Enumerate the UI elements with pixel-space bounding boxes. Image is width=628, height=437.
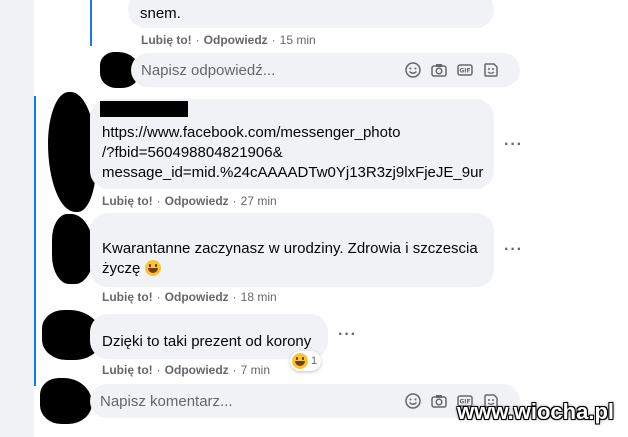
comment-thread-line: [34, 96, 36, 386]
comment-text: snem.: [140, 5, 181, 22]
svg-text:GIF: GIF: [459, 68, 470, 75]
comment-time: 15 min: [279, 33, 316, 47]
emoji-icon[interactable]: [405, 393, 421, 409]
comment-time: 27 min: [240, 194, 277, 208]
comment-input[interactable]: [90, 384, 390, 418]
comment-avatar-redacted: [52, 214, 94, 284]
comment-text: Dzięki to taki prezent od korony: [102, 333, 312, 350]
comment-meta-1: Lubię to! · Odpowiedz · 15 min: [141, 33, 316, 47]
comment-meta-4: Lubię to! · Odpowiedz · 7 min: [102, 363, 270, 377]
comment-text-line[interactable]: message_id=mid.%24cAAAADTw0Yj13R3zj9lxFj…: [102, 163, 483, 183]
comment-time: 7 min: [240, 363, 270, 377]
reaction-badge[interactable]: 1: [290, 351, 322, 371]
comment-options-button[interactable]: ···: [504, 242, 523, 258]
reply-link[interactable]: Odpowiedz: [204, 33, 268, 47]
comment-text-line: Kwarantanne zaczynasz w urodziny. Zdrowi…: [102, 240, 478, 257]
author-name-redacted: [100, 101, 188, 117]
comment-meta-3: Lubię to! · Odpowiedz · 18 min: [102, 290, 277, 304]
comment-text-line[interactable]: https://www.facebook.com/messenger_photo: [102, 123, 482, 143]
like-link[interactable]: Lubię to!: [102, 363, 153, 377]
sticker-icon[interactable]: [483, 62, 499, 78]
comment-meta-2: Lubię to! · Odpowiedz · 27 min: [102, 194, 277, 208]
reaction-count: 1: [311, 355, 318, 367]
comment-text-line[interactable]: /?fbid=560498804821906&: [102, 143, 482, 163]
comment-options-button[interactable]: ···: [504, 137, 523, 153]
comment-text-line: życzę: [102, 260, 141, 277]
comment-bubble-4: Dzięki to taki prezent od korony: [90, 314, 328, 359]
emoji-icon[interactable]: [405, 62, 421, 78]
comment-input-bar: GIF: [90, 384, 520, 418]
grin-emoji-icon: [144, 260, 161, 276]
comment-bubble-2: https://www.facebook.com/messenger_photo…: [90, 99, 494, 189]
reply-link[interactable]: Odpowiedz: [165, 194, 229, 208]
reply-link[interactable]: Odpowiedz: [165, 363, 229, 377]
comment-options-button[interactable]: ···: [338, 327, 357, 343]
reply-link[interactable]: Odpowiedz: [165, 290, 229, 304]
reply-input[interactable]: [131, 53, 391, 87]
comment-time: 18 min: [240, 290, 277, 304]
comment-bubble-1: snem.: [128, 0, 494, 28]
comments-panel: snem. Lubię to!·Odpowiedz·15 min GIF htt…: [34, 0, 628, 437]
camera-icon[interactable]: [431, 393, 447, 409]
comment-bubble-3: Kwarantanne zaczynasz w urodziny. Zdrowi…: [90, 213, 494, 287]
haha-reaction-icon: [292, 353, 308, 369]
reply-input-icons: GIF: [405, 62, 499, 78]
like-link[interactable]: Lubię to!: [141, 33, 192, 47]
like-link[interactable]: Lubię to!: [102, 290, 153, 304]
gif-icon[interactable]: GIF: [457, 62, 473, 78]
user-avatar-redacted: [40, 378, 92, 424]
watermark: www.wiocha.pl: [457, 399, 614, 424]
like-link[interactable]: Lubię to!: [102, 194, 153, 208]
camera-icon[interactable]: [431, 62, 447, 78]
reply-input-bar: GIF: [131, 53, 520, 87]
reply-thread-line: [90, 0, 92, 46]
comment-avatar-redacted: [48, 92, 96, 212]
